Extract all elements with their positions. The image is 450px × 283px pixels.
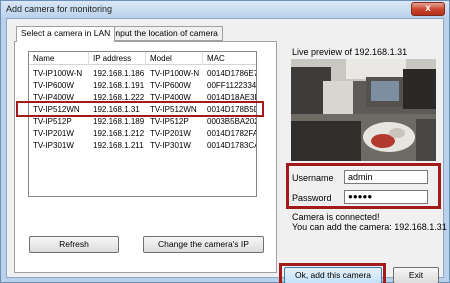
camera-row[interactable]: TV-IP201W 192.168.1.212 TV-IP201W 0014D1…: [29, 128, 256, 139]
cell-name: TV-IP201W: [33, 129, 74, 138]
cell-name: TV-IP600W: [33, 81, 74, 90]
cell-model: TV-IP512P: [150, 117, 189, 126]
refresh-button[interactable]: Refresh: [29, 236, 119, 253]
exit-button[interactable]: Exit: [393, 267, 439, 283]
cell-name: TV-IP512P: [33, 117, 72, 126]
cell-ip: 192.168.1.211: [93, 141, 144, 150]
add-camera-dialog: Add camera for monitoring x Select a cam…: [0, 0, 450, 283]
column-header-mac[interactable]: MAC: [203, 52, 256, 65]
cell-mac: 0014D1783CA0: [207, 141, 256, 150]
cell-mac: 0003B5BA2027: [207, 117, 256, 126]
password-input[interactable]: ●●●●●: [344, 190, 428, 204]
cell-ip: 192.168.1.186: [93, 69, 145, 78]
camera-row[interactable]: TV-IP301W 192.168.1.211 TV-IP301W 0014D1…: [29, 140, 256, 151]
change-camera-ip-button[interactable]: Change the camera's IP: [143, 236, 264, 253]
camera-row[interactable]: TV-IP512P 192.168.1.189 TV-IP512P 0003B5…: [29, 116, 256, 127]
cell-ip: 192.168.1.212: [93, 129, 145, 138]
cell-name: TV-IP301W: [33, 141, 74, 150]
password-label: Password: [292, 193, 332, 203]
tab-select-camera-lan[interactable]: Select a camera in LAN: [16, 26, 116, 42]
title-bar[interactable]: Add camera for monitoring x: [1, 1, 449, 17]
cell-name: TV-IP100W-N: [33, 69, 83, 78]
connection-status: Camera is connected! You can add the cam…: [292, 212, 447, 232]
window-title: Add camera for monitoring: [6, 4, 113, 14]
cell-ip: 192.168.1.189: [93, 117, 145, 126]
column-header-ip[interactable]: IP address: [89, 52, 146, 65]
cell-ip: 192.168.1.191: [93, 81, 145, 90]
live-preview-label: Live preview of 192.168.1.31: [292, 47, 408, 57]
column-header-model[interactable]: Model: [146, 52, 203, 65]
camera-list-header: Name IP address Model MAC: [29, 52, 256, 65]
camera-list[interactable]: Name IP address Model MAC TV-IP100W-N 19…: [28, 51, 257, 197]
add-camera-button[interactable]: Ok, add this camera: [284, 267, 382, 283]
cell-model: TV-IP201W: [150, 129, 191, 138]
username-label: Username: [292, 173, 334, 183]
column-header-name[interactable]: Name: [29, 52, 89, 65]
office-scene-image: [291, 59, 436, 161]
cell-mac: 00FF11223344: [207, 81, 257, 90]
cell-mac: 0014D1786E74: [207, 69, 256, 78]
cell-model: TV-IP600W: [150, 81, 191, 90]
tab-input-camera-location[interactable]: Input the location of camera: [108, 26, 223, 41]
close-button[interactable]: x: [411, 2, 445, 16]
selected-camera-highlight: [16, 101, 264, 117]
dialog-client-area: Select a camera in LAN Input the locatio…: [6, 18, 447, 283]
status-add-camera-text: You can add the camera: 192.168.1.31: [292, 222, 447, 232]
username-input[interactable]: admin: [344, 170, 428, 184]
camera-row[interactable]: TV-IP600W 192.168.1.191 TV-IP600W 00FF11…: [29, 80, 257, 91]
camera-row[interactable]: TV-IP100W-N 192.168.1.186 TV-IP100W-N 00…: [29, 68, 256, 79]
close-icon: x: [425, 3, 431, 14]
status-connected-text: Camera is connected!: [292, 212, 380, 222]
live-preview-image: [291, 59, 436, 161]
cell-mac: 0014D1782FA8: [207, 129, 256, 138]
cell-model: TV-IP100W-N: [150, 69, 200, 78]
cell-model: TV-IP301W: [150, 141, 191, 150]
